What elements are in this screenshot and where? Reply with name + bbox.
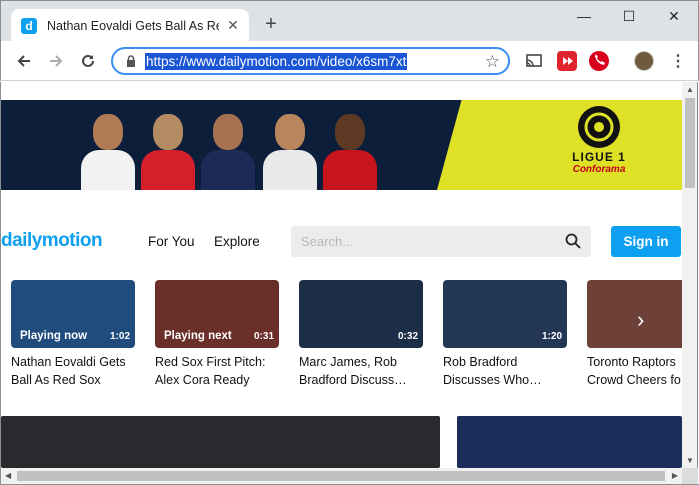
video-title[interactable]: Toronto Raptors Crowd Cheers fo [587, 353, 682, 389]
new-tab-button[interactable]: + [261, 14, 281, 35]
ligue1-text: LIGUE 1 [572, 150, 626, 164]
video-rail: Playing now 1:02 Nathan Eovaldi Gets Bal… [1, 278, 682, 393]
video-card[interactable]: Toronto Raptors Crowd Cheers fo [587, 280, 682, 389]
scroll-left-icon[interactable]: ◀ [5, 471, 11, 480]
video-thumbnail[interactable]: Playing now 1:02 [11, 280, 135, 348]
video-title[interactable]: Marc James, Rob Bradford Discuss… [299, 353, 423, 389]
video-thumbnail[interactable]: 1:20 [443, 280, 567, 348]
horizontal-scrollbar[interactable]: ◀ ▶ [1, 468, 682, 484]
conforama-text: Conforama [572, 164, 626, 175]
search-icon[interactable] [565, 233, 581, 249]
video-title[interactable]: Nathan Eovaldi Gets Ball As Red Sox Loo… [11, 353, 135, 389]
nav-for-you[interactable]: For You [148, 234, 195, 249]
video-title[interactable]: Red Sox First Pitch: Alex Cora Ready For… [155, 353, 279, 389]
playback-state-label: Playing now [20, 330, 88, 342]
video-card[interactable]: Playing next 0:31 Red Sox First Pitch: A… [155, 280, 279, 389]
forward-button[interactable] [45, 50, 67, 72]
forward-arrow-icon [50, 55, 63, 67]
page-viewport: LIGUE 1 Conforama dailymotion For You Ex… [1, 82, 682, 468]
scrollbar-corner [682, 468, 698, 484]
search-box [291, 226, 591, 257]
browser-menu-icon[interactable]: ⋮ [667, 50, 689, 72]
video-thumbnail[interactable]: Playing next 0:31 [155, 280, 279, 348]
dailymotion-favicon-icon: d [21, 17, 37, 34]
dailymotion-logo[interactable]: dailymotion [1, 230, 103, 252]
reload-button[interactable] [77, 50, 99, 72]
maximize-button[interactable]: ☐ [613, 5, 645, 27]
video-card[interactable]: 1:20 Rob Bradford Discusses Who… [443, 280, 567, 389]
featured-video-thumbnail[interactable] [457, 416, 682, 468]
minimize-button[interactable]: — [568, 5, 600, 27]
ligue1-logo: LIGUE 1 Conforama [554, 106, 644, 188]
browser-tab-active[interactable]: d Nathan Eovaldi Gets Ball As Red Sox ✕ [11, 9, 249, 42]
video-card[interactable]: Playing now 1:02 Nathan Eovaldi Gets Bal… [11, 280, 135, 389]
browser-toolbar: https://www.dailymotion.com/video/x6sm7x… [0, 41, 699, 81]
tab-strip: d Nathan Eovaldi Gets Ball As Red Sox ✕ … [0, 0, 699, 42]
tab-close-icon[interactable]: ✕ [225, 17, 241, 34]
scroll-right-icon[interactable]: ▶ [672, 471, 678, 480]
close-window-button[interactable]: ✕ [658, 5, 690, 27]
bookmark-star-icon[interactable]: ☆ [485, 52, 500, 72]
vertical-scrollbar[interactable]: ▲ ▼ [682, 82, 698, 468]
video-duration: 0:32 [397, 331, 418, 342]
horizontal-scroll-thumb[interactable] [17, 471, 665, 481]
extension-phone-icon[interactable] [589, 51, 609, 71]
player-image [201, 108, 255, 190]
scroll-up-icon[interactable]: ▲ [686, 85, 694, 94]
lock-icon [127, 55, 135, 67]
video-duration: 0:31 [253, 331, 274, 342]
video-title[interactable]: Rob Bradford Discusses Who… [443, 353, 567, 389]
player-image [141, 108, 195, 190]
rail-next-chevron-icon[interactable]: › [637, 309, 653, 331]
ligue1-ball-icon [578, 106, 620, 148]
cast-icon[interactable] [524, 51, 544, 71]
url-text[interactable]: https://www.dailymotion.com/video/x6sm7x… [145, 53, 408, 70]
reload-icon [82, 54, 94, 67]
sign-in-button[interactable]: Sign in [611, 226, 681, 257]
video-thumbnail[interactable] [587, 280, 682, 348]
playback-state-label: Playing next [164, 330, 232, 342]
address-bar[interactable]: https://www.dailymotion.com/video/x6sm7x… [111, 47, 510, 75]
video-duration: 1:20 [541, 331, 562, 342]
ligue1-banner-ad[interactable]: LIGUE 1 Conforama [1, 100, 682, 190]
nav-explore[interactable]: Explore [214, 234, 260, 249]
site-header: dailymotion For You Explore Sign in [1, 212, 682, 268]
video-duration: 1:02 [109, 331, 130, 342]
player-image [263, 108, 317, 190]
video-thumbnail[interactable]: 0:32 [299, 280, 423, 348]
extension-red-forward-icon[interactable] [557, 51, 577, 71]
search-input[interactable] [301, 232, 551, 250]
video-card[interactable]: 0:32 Marc James, Rob Bradford Discuss… [299, 280, 423, 389]
player-image [81, 108, 135, 190]
back-arrow-icon [17, 55, 30, 67]
profile-avatar[interactable] [634, 51, 654, 71]
vertical-scroll-thumb[interactable] [685, 98, 695, 188]
player-image [323, 108, 377, 190]
tab-title: Nathan Eovaldi Gets Ball As Red Sox [47, 18, 219, 33]
back-button[interactable] [13, 50, 35, 72]
scroll-down-icon[interactable]: ▼ [686, 456, 694, 465]
featured-video-thumbnail[interactable] [1, 416, 440, 468]
